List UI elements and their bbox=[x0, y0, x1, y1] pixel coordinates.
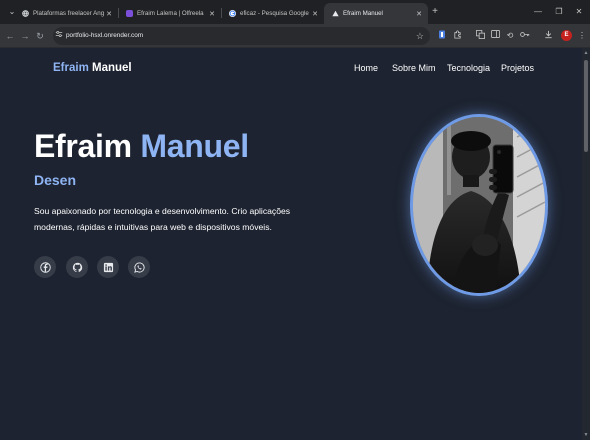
url-text[interactable]: portfolio-hsxl.onrender.com bbox=[66, 32, 143, 39]
site-info-icon[interactable] bbox=[53, 30, 65, 42]
restore-icon[interactable]: ❐ bbox=[551, 5, 567, 19]
nav-link-home[interactable]: Home bbox=[354, 63, 378, 73]
close-tab-icon[interactable]: ✕ bbox=[104, 10, 114, 18]
more-menu-icon[interactable]: ⋮ bbox=[576, 30, 588, 42]
hero-description: Sou apaixonado por tecnologia e desenvol… bbox=[34, 206, 291, 232]
nav-link-about[interactable]: Sobre Mim bbox=[392, 63, 436, 73]
download-icon[interactable] bbox=[542, 30, 554, 42]
scroll-down-arrow-icon[interactable]: ▼ bbox=[583, 432, 589, 438]
hero-last-name: Manuel bbox=[140, 128, 249, 164]
browser-tab-1[interactable]: Plataformas freelacer Angola ✕ bbox=[14, 3, 118, 24]
scroll-up-arrow-icon[interactable]: ▲ bbox=[583, 50, 589, 56]
profile-avatar[interactable]: E bbox=[561, 30, 572, 41]
logo-last-name: Manuel bbox=[92, 62, 132, 74]
google-icon bbox=[229, 10, 236, 17]
globe-icon bbox=[22, 10, 29, 17]
whatsapp-icon[interactable] bbox=[128, 256, 150, 278]
tab-title: Efraim Manuel bbox=[343, 10, 383, 17]
page-viewport: Efraim Manuel Home Sobre Mim Tecnologia … bbox=[0, 48, 582, 440]
history-icon[interactable]: ⟲ bbox=[504, 30, 516, 42]
site-logo[interactable]: Efraim Manuel bbox=[53, 62, 132, 74]
linkedin-icon[interactable] bbox=[97, 256, 119, 278]
translate-icon[interactable] bbox=[474, 30, 486, 42]
github-icon[interactable] bbox=[66, 256, 88, 278]
close-tab-icon[interactable]: ✕ bbox=[310, 10, 320, 18]
password-key-icon[interactable] bbox=[519, 30, 531, 42]
browser-tab-2[interactable]: Efraim Lalema | Olfreela ✕ bbox=[118, 3, 221, 24]
reading-mode-icon[interactable] bbox=[489, 30, 501, 42]
new-tab-icon[interactable]: + bbox=[429, 5, 441, 19]
extension-shield-icon[interactable] bbox=[436, 30, 448, 42]
extensions-puzzle-icon[interactable] bbox=[451, 30, 463, 42]
hero-first-name: Efraim bbox=[34, 128, 132, 164]
workspace-icon bbox=[126, 10, 133, 17]
tab-title: Efraim Lalema | Olfreela bbox=[137, 10, 204, 17]
browser-tab-3[interactable]: eficaz - Pesquisa Google ✕ bbox=[221, 3, 324, 24]
close-tab-icon[interactable]: ✕ bbox=[414, 10, 424, 18]
nav-link-projects[interactable]: Projetos bbox=[501, 63, 534, 73]
vercel-triangle-icon bbox=[332, 10, 339, 17]
address-bar[interactable]: portfolio-hsxl.onrender.com ☆ bbox=[53, 27, 430, 45]
reload-icon[interactable]: ↻ bbox=[34, 30, 46, 42]
minimize-icon[interactable]: — bbox=[530, 5, 546, 19]
logo-first-name: Efraim bbox=[53, 62, 89, 74]
browser-toolbar: ← → ↻ portfolio-hsxl.onrender.com ☆ ⟲ ⋮ bbox=[0, 24, 590, 48]
nav-link-technology[interactable]: Tecnologia bbox=[447, 63, 490, 73]
forward-arrow-icon[interactable]: → bbox=[19, 30, 31, 42]
profile-photo bbox=[410, 114, 548, 296]
bookmark-star-icon[interactable]: ☆ bbox=[416, 30, 424, 42]
browser-tab-4-active[interactable]: Efraim Manuel ✕ bbox=[324, 3, 428, 24]
page-scrollbar[interactable]: ▲ ▼ bbox=[582, 48, 590, 440]
close-window-icon[interactable]: ✕ bbox=[571, 5, 587, 19]
browser-tab-strip: ⌄ Plataformas freelacer Angola ✕ Efraim … bbox=[0, 0, 590, 24]
hero-heading: Efraim Manuel bbox=[34, 128, 249, 165]
hero-typing-role: Desen bbox=[34, 172, 77, 188]
close-tab-icon[interactable]: ✕ bbox=[207, 10, 217, 18]
facebook-icon[interactable] bbox=[34, 256, 56, 278]
scrollbar-thumb[interactable] bbox=[584, 60, 588, 152]
tab-title: Plataformas freelacer Angola bbox=[33, 10, 104, 17]
tab-title: eficaz - Pesquisa Google bbox=[240, 10, 309, 17]
back-arrow-icon[interactable]: ← bbox=[4, 30, 16, 42]
